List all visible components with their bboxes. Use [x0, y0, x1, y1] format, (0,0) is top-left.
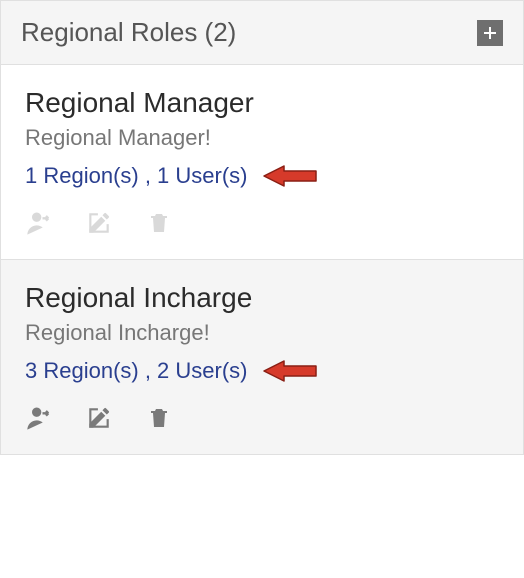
user-arrow-icon — [25, 404, 53, 437]
edit-role-button[interactable] — [85, 211, 113, 239]
user-arrow-icon — [25, 209, 53, 242]
role-subtitle: Regional Incharge! — [25, 320, 499, 346]
role-actions — [25, 211, 499, 239]
panel-title: Regional Roles (2) — [21, 17, 236, 48]
plus-icon — [482, 25, 498, 41]
arrow-left-icon — [262, 163, 318, 189]
role-stats-row: 3 Region(s) , 2 User(s) — [25, 358, 499, 384]
role-card: Regional Incharge Regional Incharge! 3 R… — [1, 260, 523, 454]
edit-icon — [86, 210, 112, 241]
role-stats-row: 1 Region(s) , 1 User(s) — [25, 163, 499, 189]
assign-user-button[interactable] — [25, 211, 53, 239]
role-actions — [25, 406, 499, 434]
edit-icon — [86, 405, 112, 436]
role-card: Regional Manager Regional Manager! 1 Reg… — [1, 65, 523, 260]
role-subtitle: Regional Manager! — [25, 125, 499, 151]
panel-header: Regional Roles (2) — [1, 1, 523, 65]
regional-roles-panel: Regional Roles (2) Regional Manager Regi… — [0, 0, 524, 455]
role-title: Regional Incharge — [25, 282, 499, 314]
role-stats-link[interactable]: 1 Region(s) , 1 User(s) — [25, 163, 248, 189]
assign-user-button[interactable] — [25, 406, 53, 434]
delete-role-button[interactable] — [145, 211, 173, 239]
delete-role-button[interactable] — [145, 406, 173, 434]
role-title: Regional Manager — [25, 87, 499, 119]
trash-icon — [147, 405, 171, 436]
role-stats-link[interactable]: 3 Region(s) , 2 User(s) — [25, 358, 248, 384]
arrow-left-icon — [262, 358, 318, 384]
add-role-button[interactable] — [477, 20, 503, 46]
edit-role-button[interactable] — [85, 406, 113, 434]
trash-icon — [147, 210, 171, 241]
